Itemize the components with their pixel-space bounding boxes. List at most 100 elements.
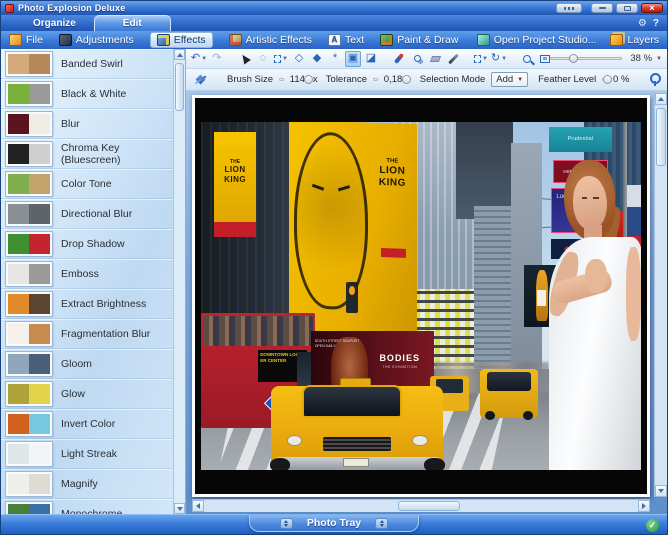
ribbon-adjustments[interactable]: Adjustments [59,34,134,46]
edge-brush-icon: ◪ [366,53,376,64]
marquee-tool[interactable]: ▼ [273,51,289,67]
effect-item[interactable]: Banded Swirl [1,49,173,79]
help-icon[interactable]: ? [653,18,659,29]
canvas-vertical-scrollbar[interactable] [654,93,667,497]
effect-label: Emboss [61,268,99,280]
clone-stamp-tool[interactable] [409,51,425,67]
zoom-magnifier-icon [523,55,531,63]
photo-canvas[interactable]: Prudential HSBC PREMIER Local Global HSB… [201,122,641,470]
effect-label: Invert Color [61,418,115,430]
feather-level-slider[interactable] [602,78,607,81]
effect-item[interactable]: Blur [1,109,173,139]
poster-red-strip [214,222,256,237]
shape-select-icon: ◆ [313,53,321,64]
project-studio-icon [477,34,490,46]
ribbon-paint-draw[interactable]: Paint & Draw [380,34,458,46]
effect-item[interactable]: Light Streak [1,439,173,469]
magic-wand-tool[interactable]: * [327,51,343,67]
effect-item[interactable]: Magnify [1,469,173,499]
effect-thumbnail [6,292,52,316]
tab-edit[interactable]: Edit [94,15,171,31]
scroll-right-arrow[interactable] [638,500,650,512]
ribbon-file[interactable]: File [9,34,43,46]
pointer-tool[interactable] [237,51,253,67]
redo-tool[interactable]: ↷ [209,51,225,67]
selection-mode-dropdown[interactable]: Add ▼ [491,72,528,87]
scroll-up-arrow[interactable] [174,49,185,60]
scroll-left-arrow[interactable] [192,500,204,512]
scrollbar-thumb[interactable] [398,501,460,511]
settings-gear-icon[interactable]: ⚙ [638,19,647,29]
app-icon [5,4,14,13]
effect-item[interactable]: Chroma Key (Bluescreen) [1,139,173,169]
brush-size-label: Brush Size [227,74,273,85]
rotate-caret-icon[interactable]: ▼ [501,56,507,62]
zoom-slider[interactable] [550,57,622,60]
effect-item[interactable]: Color Tone [1,169,173,199]
open-project-studio-button[interactable]: Open Project Studio... [477,34,597,46]
marquee-caret-icon[interactable]: ▼ [282,56,288,62]
effect-item[interactable]: Invert Color [1,409,173,439]
tab-organize[interactable]: Organize [15,16,94,31]
transform-selection-tool[interactable]: ▼ [473,51,489,67]
selection-mode-label: Selection Mode [420,74,485,85]
touchup-brush-tool[interactable] [391,51,407,67]
scrollbar-thumb[interactable] [656,108,666,166]
minimize-button[interactable] [591,3,613,13]
canvas-horizontal-scrollbar[interactable] [192,499,650,512]
zoom-level-caret-icon[interactable]: ▼ [656,56,662,62]
mode-tab-bar: Organize Edit ⚙ ? [1,15,667,31]
zoom-level-value[interactable]: 38 % [630,53,652,64]
brush-select-tool[interactable]: ▣ [345,51,361,67]
tray-spinner-left[interactable] [280,518,293,529]
freehand-select-icon: ◇ [295,53,303,64]
scroll-down-arrow[interactable] [655,485,667,497]
transform-selection-caret-icon[interactable]: ▼ [482,56,488,62]
pin-toolbar-icon[interactable] [649,73,659,86]
undo-tool[interactable]: ↶▼ [191,51,207,67]
lasso-tool[interactable]: ◌ [255,51,271,67]
maximize-button[interactable] [616,3,638,13]
ribbon-text[interactable]: A Text [328,34,364,46]
photo-tray-tab[interactable]: Photo Tray [249,515,419,532]
effect-item[interactable]: Monochrome [1,499,173,514]
sidebar-scrollbar[interactable] [173,49,185,514]
photo-prudential-sign: Prudential [549,127,613,151]
effect-item[interactable]: Emboss [1,259,173,289]
ribbon-effects[interactable]: Effects [150,32,213,48]
touchup-brush-icon [394,53,404,64]
close-button[interactable]: × [641,3,663,13]
effect-item[interactable]: Extract Brightness [1,289,173,319]
edge-brush-tool[interactable]: ◪ [363,51,379,67]
shape-select-tool[interactable]: ◆ [309,51,325,67]
effect-item[interactable]: Directional Blur [1,199,173,229]
effect-label: Glow [61,388,85,400]
effect-item[interactable]: Gloom [1,349,173,379]
effect-item[interactable]: Black & White [1,79,173,109]
tolerance-slider[interactable] [373,78,378,81]
ribbon-artistic-effects[interactable]: Artistic Effects [229,34,312,46]
effect-item[interactable]: Glow [1,379,173,409]
effects-list: Banded SwirlBlack & WhiteBlurChroma Key … [1,49,173,514]
effect-item[interactable]: Drop Shadow [1,229,173,259]
rotate-tool[interactable]: ↻▼ [491,51,507,67]
adjustments-icon [59,34,72,46]
title-bar: Photo Explosion Deluxe × [1,1,667,15]
effect-item[interactable]: Fragmentation Blur [1,319,173,349]
pen-tool[interactable] [445,51,461,67]
transform-selection-icon [474,55,481,63]
freehand-select-tool[interactable]: ◇ [291,51,307,67]
eraser-tool[interactable] [427,51,443,67]
quick-access-button[interactable] [556,3,582,13]
scroll-up-arrow[interactable] [655,93,667,105]
brush-size-slider[interactable] [279,78,284,81]
scrollbar-thumb[interactable] [175,63,184,111]
undo-caret-icon[interactable]: ▼ [201,56,207,62]
effects-sidebar: Banded SwirlBlack & WhiteBlurChroma Key … [1,49,186,514]
zoom-magnifier-tool[interactable] [519,51,535,67]
layers-button[interactable]: Layers [610,34,659,46]
scroll-down-arrow[interactable] [174,503,185,514]
zoom-slider-knob[interactable] [569,54,578,63]
paint-draw-icon [380,34,393,46]
tray-spinner-right[interactable] [375,518,388,529]
